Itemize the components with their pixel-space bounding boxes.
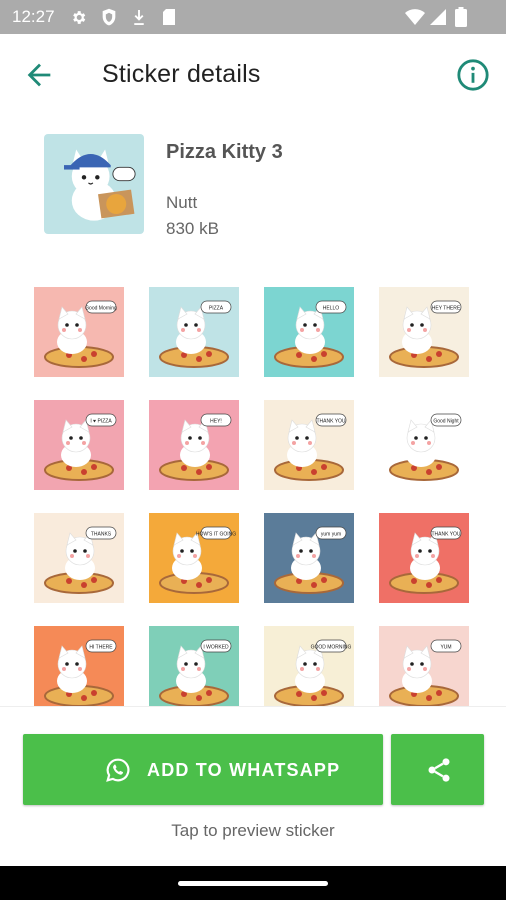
- sticker-caption: I ♥ PIZZA: [90, 419, 112, 425]
- sticker-caption: THANK YOU: [316, 419, 345, 425]
- arrow-back-icon[interactable]: [22, 58, 56, 92]
- shield-icon: [102, 8, 116, 26]
- sticker-item[interactable]: Good Morning: [34, 287, 124, 377]
- signal-icon: [430, 9, 446, 25]
- sticker-item[interactable]: HI THERE: [34, 626, 124, 707]
- pack-name: Pizza Kitty 3: [166, 141, 283, 163]
- pack-size: 830 kB: [166, 219, 219, 238]
- page-title: Sticker details: [102, 60, 261, 88]
- sticker-item[interactable]: YUM: [379, 626, 469, 707]
- wifi-icon: [405, 9, 425, 25]
- info-icon[interactable]: [456, 58, 490, 92]
- sticker-item[interactable]: HELLO: [264, 287, 354, 377]
- share-icon: [428, 758, 450, 782]
- sticker-grid: Good Morning PIZZA HELLO HEY THERE I ♥ PIZZA…: [34, 287, 474, 707]
- app-bar: Sticker details: [0, 34, 506, 114]
- status-time: 12:27: [12, 7, 55, 26]
- sticker-caption: GOOD MORNING: [311, 645, 352, 651]
- sticker-caption: HELLO: [323, 306, 340, 312]
- sticker-caption: HOW'S IT GOING: [196, 532, 236, 538]
- sticker-item[interactable]: yum yum: [264, 513, 354, 603]
- add-to-whatsapp-button[interactable]: ADD TO WHATSAPP: [23, 734, 383, 805]
- sticker-caption: yum yum: [321, 532, 341, 538]
- sticker-item[interactable]: PIZZA: [149, 287, 239, 377]
- home-handle[interactable]: [178, 881, 328, 886]
- sticker-caption: YUM: [440, 645, 451, 651]
- status-bar: 12:27: [0, 0, 506, 34]
- sticker-caption: Good Night: [433, 419, 459, 425]
- sticker-item[interactable]: THANKS: [34, 513, 124, 603]
- settings-icon: [73, 11, 86, 24]
- sticker-caption: Good Morning: [85, 306, 117, 312]
- sticker-caption: I WORKED: [203, 645, 229, 651]
- sticker-item[interactable]: HEY!: [149, 400, 239, 490]
- pack-author: Nutt: [166, 193, 198, 212]
- download-icon: [134, 9, 144, 26]
- sticker-caption: HI THERE: [89, 645, 113, 651]
- sticker-item[interactable]: HEY THERE: [379, 287, 469, 377]
- sticker-item[interactable]: I WORKED: [149, 626, 239, 707]
- divider: [0, 706, 506, 707]
- preview-hint: Tap to preview sticker: [171, 821, 335, 840]
- sticker-caption: THANKS: [91, 532, 112, 538]
- sticker-caption: THANK YOU: [431, 532, 460, 538]
- sticker-item[interactable]: THANK YOU: [379, 513, 469, 603]
- pack-tray-image: [44, 134, 144, 234]
- sticker-item[interactable]: Good Night: [379, 400, 469, 490]
- add-to-whatsapp-label: ADD TO WHATSAPP: [147, 760, 341, 780]
- sticker-caption: HEY THERE: [432, 306, 461, 312]
- sticker-item[interactable]: GOOD MORNING: [264, 626, 354, 707]
- sticker-caption: PIZZA: [209, 306, 224, 312]
- battery-icon: [455, 7, 467, 27]
- sd-card-icon: [163, 9, 175, 25]
- whatsapp-icon: [106, 758, 130, 782]
- sticker-item[interactable]: I ♥ PIZZA: [34, 400, 124, 490]
- share-button[interactable]: [391, 734, 484, 805]
- sticker-item[interactable]: HOW'S IT GOING: [149, 513, 239, 603]
- sticker-item[interactable]: THANK YOU: [264, 400, 354, 490]
- sticker-caption: HEY!: [210, 419, 222, 425]
